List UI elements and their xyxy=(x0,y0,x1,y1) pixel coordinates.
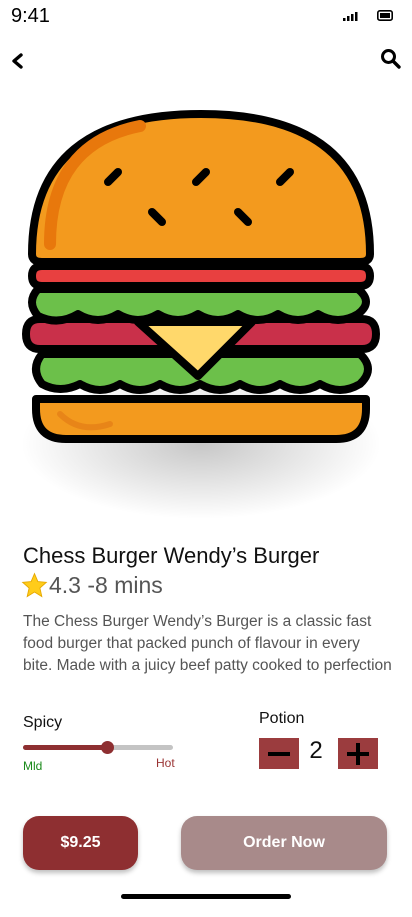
decrease-quantity-button[interactable] xyxy=(259,738,299,769)
signal-icon xyxy=(343,12,358,21)
chevron-left-icon xyxy=(12,53,23,69)
status-time: 9:41 xyxy=(11,5,50,27)
quantity-value: 2 xyxy=(309,737,323,764)
star-icon xyxy=(21,572,48,597)
search-icon xyxy=(381,49,401,69)
slider-thumb[interactable] xyxy=(101,741,114,754)
rating-text: 4.3 -8 mins xyxy=(49,571,163,598)
back-button[interactable] xyxy=(8,50,28,72)
mild-label: Mld xyxy=(23,759,43,773)
spicy-label: Spicy xyxy=(23,714,63,731)
search-button[interactable] xyxy=(380,48,402,70)
price-button[interactable]: $9.25 xyxy=(23,816,138,870)
slider-fill xyxy=(23,745,107,750)
order-now-button[interactable]: Order Now xyxy=(181,816,387,870)
portion-label: Potion xyxy=(259,710,305,727)
minus-icon xyxy=(268,752,290,756)
increase-quantity-button[interactable] xyxy=(338,738,378,769)
burger-illustration xyxy=(21,110,381,519)
battery-icon xyxy=(377,10,393,21)
hot-label: Hot xyxy=(156,756,175,770)
home-indicator xyxy=(121,894,291,899)
product-title: Chess Burger Wendy’s Burger xyxy=(23,543,320,568)
spicy-slider[interactable] xyxy=(23,740,173,756)
status-bar: 9:41 xyxy=(0,0,412,34)
product-description: The Chess Burger Wendy’s Burger is a cla… xyxy=(23,613,392,674)
rating-row: 4.3 -8 mins xyxy=(21,571,163,599)
